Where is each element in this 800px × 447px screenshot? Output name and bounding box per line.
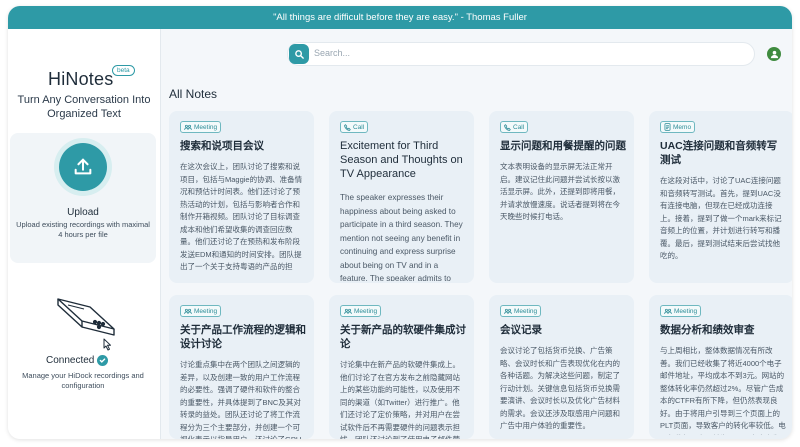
note-type-badge: Meeting xyxy=(660,305,702,317)
note-type-badge: Meeting xyxy=(340,305,382,317)
memo-icon xyxy=(664,123,671,131)
meeting-icon xyxy=(344,308,352,314)
meeting-icon xyxy=(664,308,672,314)
sidebar: HiNotes beta Turn Any Conversation Into … xyxy=(8,29,161,439)
note-card[interactable]: Meeting 关于新产品的软硬件集成讨论 讨论集中在新产品的软硬件集成上。他们… xyxy=(329,295,474,439)
upload-title: Upload xyxy=(67,207,99,218)
tagline: Turn Any Conversation Into Organized Tex… xyxy=(17,94,151,120)
hidock-device-icon xyxy=(57,298,115,351)
meeting-icon xyxy=(504,308,512,314)
note-title: 会议记录 xyxy=(500,324,542,336)
note-body: 在这段对话中，讨论了UAC连接问题和音频转写测试。首先，提到UAC没有连接电脑，… xyxy=(660,176,782,260)
note-card[interactable]: Meeting 搜索和说项目会议 在这次会议上，团队讨论了搜索和说项目，包括与M… xyxy=(169,111,314,283)
note-type-label: Call xyxy=(353,123,365,131)
note-title: Excitement for Third Season and Thoughts… xyxy=(340,140,463,180)
note-type-badge: Call xyxy=(340,121,369,133)
note-title: 数据分析和绩效审查 xyxy=(660,324,755,336)
check-circle-icon xyxy=(97,355,109,366)
note-type-label: Meeting xyxy=(514,307,538,315)
note-body: 文本表明设备的显示屏无法正常开启。建议记住此问题并尝试长按以激活显示屏。此外，还… xyxy=(500,162,620,221)
phone-icon xyxy=(504,123,511,131)
note-body: 会议讨论了包括货币兑换、广告策略、会议时长和广告表现优化在内的各种话题。为解决这… xyxy=(500,346,620,430)
note-type-badge: Memo xyxy=(660,121,696,133)
note-title: 显示问题和用餐提醒的问题 xyxy=(500,140,626,152)
note-card[interactable]: Meeting 数据分析和绩效审查 与上周相比，整体数据情况有所改善。我们已经收… xyxy=(649,295,792,439)
meeting-icon xyxy=(184,124,192,130)
note-card[interactable]: Call 显示问题和用餐提醒的问题 文本表明设备的显示屏无法正常开启。建议记住此… xyxy=(489,111,634,283)
note-type-label: Meeting xyxy=(354,307,378,315)
connection-status: Connected xyxy=(46,355,109,366)
note-title: 关于新产品的软硬件集成讨论 xyxy=(340,324,466,350)
note-card[interactable]: Meeting 会议记录 会议讨论了包括货币兑换、广告策略、会议时长和广告表现优… xyxy=(489,295,634,439)
note-title: UAC连接问题和音频转写测试 xyxy=(660,140,778,166)
note-type-badge: Meeting xyxy=(180,305,222,317)
note-card[interactable]: Memo UAC连接问题和音频转写测试 在这段对话中，讨论了UAC连接问题和音频… xyxy=(649,111,792,283)
note-type-badge: Meeting xyxy=(500,305,542,317)
upload-description: Upload existing recordings with maximal … xyxy=(16,220,150,239)
note-type-label: Meeting xyxy=(194,123,218,131)
page-title: All Notes xyxy=(169,87,218,101)
note-body: 讨论重点集中在两个团队之间逻辑的差异，以及创建一致的用户工作流程的必要性。强调了… xyxy=(180,360,301,439)
avatar[interactable] xyxy=(767,47,781,61)
search-icon[interactable] xyxy=(289,44,309,64)
note-type-badge: Meeting xyxy=(180,121,222,133)
note-title: 关于产品工作流程的逻辑和设计讨论 xyxy=(180,324,306,350)
note-type-badge: Call xyxy=(500,121,529,133)
device-card[interactable]: Connected Manage your HiDock recordings … xyxy=(10,265,156,413)
phone-icon xyxy=(344,123,351,131)
upload-icon[interactable] xyxy=(59,143,107,191)
note-type-label: Meeting xyxy=(194,307,218,315)
note-body: 讨论集中在新产品的软硬件集成上。他们讨论了在官方发布之前隐藏网站上的某些功能的可… xyxy=(340,360,460,439)
note-type-label: Memo xyxy=(673,123,692,131)
search-input[interactable]: Search... xyxy=(314,48,350,58)
note-card[interactable]: Meeting 关于产品工作流程的逻辑和设计讨论 讨论重点集中在两个团队之间逻辑… xyxy=(169,295,314,439)
search-bar[interactable]: Search... xyxy=(287,42,755,66)
note-body: The speaker expresses their happiness ab… xyxy=(340,193,463,281)
connected-label: Connected xyxy=(46,355,95,366)
device-description: Manage your HiDock recordings and config… xyxy=(22,371,144,390)
note-title: 搜索和说项目会议 xyxy=(180,140,264,152)
note-body: 在这次会议上，团队讨论了搜索和说项目，包括与Maggie的协调、准备情况和预估计… xyxy=(180,162,303,271)
app-window: "All things are difficult before they ar… xyxy=(8,6,792,439)
quote-banner: "All things are difficult before they ar… xyxy=(8,6,792,29)
upload-card[interactable]: Upload Upload existing recordings with m… xyxy=(10,133,156,263)
meeting-icon xyxy=(184,308,192,314)
brand-logo[interactable]: HiNotes xyxy=(48,69,113,90)
main-content: Search... All Notes Meeting 搜索和说项目会议 在这次… xyxy=(161,29,792,439)
note-type-label: Meeting xyxy=(674,307,698,315)
note-body: 与上周相比，整体数据情况有所改善。我们已经收集了将近4000个电子邮件地址，平均… xyxy=(660,346,786,435)
beta-badge: beta xyxy=(112,65,135,76)
note-card[interactable]: Call Excitement for Third Season and Tho… xyxy=(329,111,474,283)
note-type-label: Call xyxy=(513,123,525,131)
